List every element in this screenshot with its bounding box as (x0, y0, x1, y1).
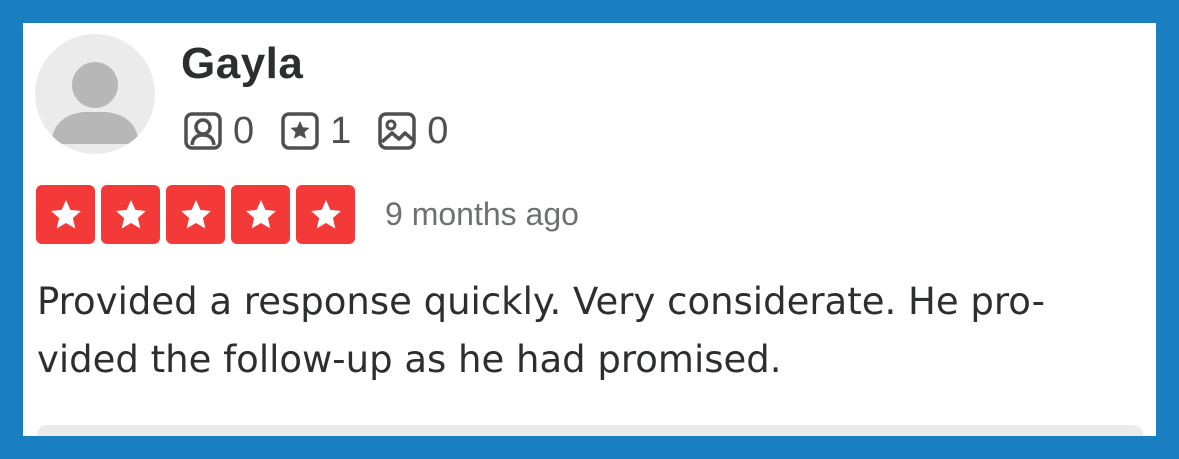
star-icon (310, 199, 341, 228)
next-review-preview (37, 425, 1143, 436)
star-rating (36, 185, 355, 244)
rating-star (296, 185, 355, 244)
photos-count: 0 (427, 109, 449, 152)
photos-icon (378, 112, 417, 150)
user-name[interactable]: Gayla (181, 39, 303, 89)
friends-count: 0 (233, 109, 255, 152)
review-text: Provided a response quickly. Very consid… (37, 280, 1045, 381)
default-user-icon (51, 62, 139, 144)
photos-stat: 0 (377, 110, 448, 153)
reviews-stat: 1 (280, 110, 351, 153)
rating-star (231, 185, 290, 244)
friends-icon (184, 112, 222, 150)
star-icon (50, 199, 81, 228)
reviews-count: 1 (330, 109, 352, 152)
friends-stat: 0 (183, 110, 254, 153)
user-stats: 0 1 0 (183, 110, 474, 153)
review-date: 9 months ago (385, 196, 579, 232)
star-icon (245, 199, 276, 228)
avatar[interactable] (35, 34, 155, 154)
review-card: Gayla 0 1 0 9 months ago Provided a resp… (23, 23, 1156, 436)
rating-star (36, 185, 95, 244)
star-icon (180, 199, 211, 228)
star-icon (115, 199, 146, 228)
rating-star (101, 185, 160, 244)
rating-star (166, 185, 225, 244)
reviews-icon (281, 112, 319, 150)
